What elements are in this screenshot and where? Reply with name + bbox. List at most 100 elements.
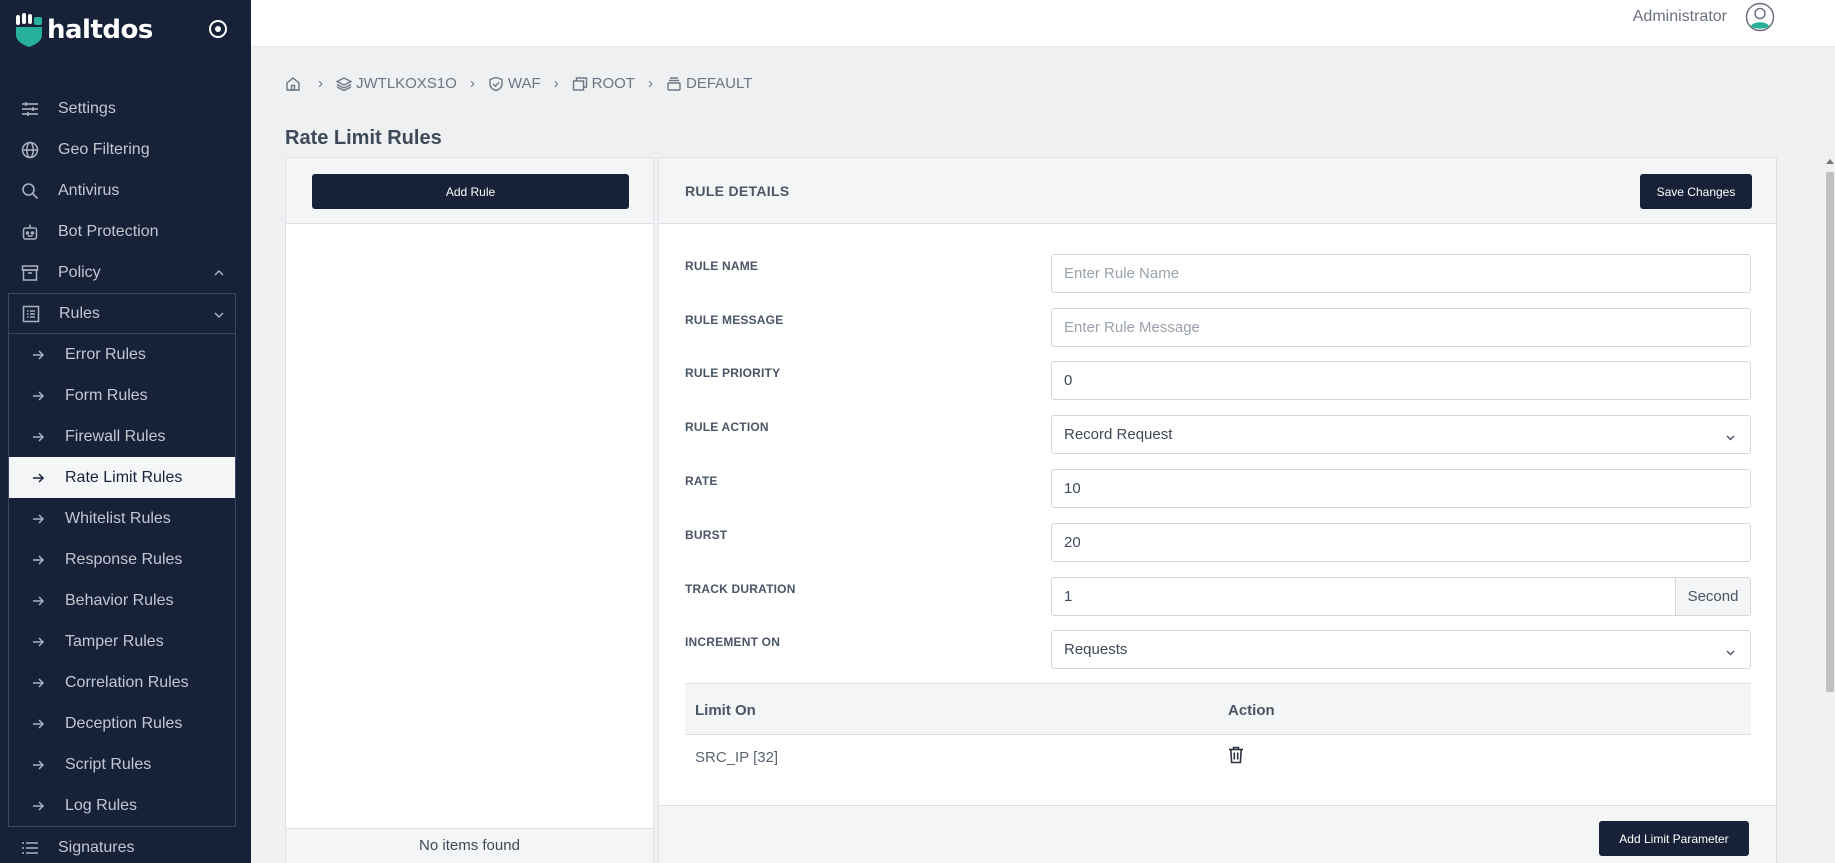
save-changes-button[interactable]: Save Changes bbox=[1640, 174, 1752, 209]
sidebar-item-label: Correlation Rules bbox=[65, 673, 189, 691]
arrow-right-icon bbox=[31, 758, 45, 772]
rule-action-label: RULE ACTION bbox=[685, 420, 769, 434]
add-limit-parameter-button[interactable]: Add Limit Parameter bbox=[1599, 821, 1749, 856]
rule-action-select[interactable]: Record Request bbox=[1051, 415, 1751, 454]
layers-icon bbox=[336, 76, 352, 92]
sidebar-item-tamper-rules[interactable]: Tamper Rules bbox=[9, 621, 235, 662]
rule-details-panel: RULE DETAILS Save Changes RULE NAME Ente… bbox=[658, 157, 1777, 863]
arrow-right-icon bbox=[31, 471, 45, 485]
globe-icon bbox=[20, 140, 40, 160]
track-duration-label: TRACK DURATION bbox=[685, 582, 796, 596]
sidebar-item-signatures[interactable]: Signatures bbox=[0, 827, 251, 863]
sidebar-item-bot-protection[interactable]: Bot Protection bbox=[0, 211, 251, 252]
rule-action-row: RULE ACTION Record Request bbox=[685, 415, 1755, 455]
sidebar-item-label: Script Rules bbox=[65, 755, 152, 773]
stack-icon bbox=[666, 76, 682, 92]
sidebar-item-firewall-rules[interactable]: Firewall Rules bbox=[9, 416, 235, 457]
increment-on-row: INCREMENT ON Requests bbox=[685, 630, 1755, 670]
sidebar-item-geo-filtering[interactable]: Geo Filtering bbox=[0, 129, 251, 170]
sidebar-item-label: Settings bbox=[58, 99, 116, 117]
breadcrumb-waf[interactable]: WAF bbox=[488, 75, 541, 92]
breadcrumb-separator: › bbox=[647, 75, 653, 92]
increment-on-value: Requests bbox=[1064, 641, 1128, 658]
sidebar-item-label: Policy bbox=[58, 263, 101, 281]
sidebar-item-whitelist-rules[interactable]: Whitelist Rules bbox=[9, 498, 235, 539]
rule-message-row: RULE MESSAGE Enter Rule Message bbox=[685, 308, 1755, 348]
sidebar-item-form-rules[interactable]: Form Rules bbox=[9, 375, 235, 416]
sidebar-item-response-rules[interactable]: Response Rules bbox=[9, 539, 235, 580]
column-action: Action bbox=[1228, 702, 1275, 719]
rule-name-input[interactable]: Enter Rule Name bbox=[1051, 254, 1751, 293]
rule-list-empty: No items found bbox=[286, 828, 653, 863]
breadcrumb-root[interactable]: ROOT bbox=[572, 75, 635, 92]
sidebar-item-log-rules[interactable]: Log Rules bbox=[9, 785, 235, 826]
breadcrumb-node[interactable]: JWTLKOXS1O bbox=[336, 75, 457, 92]
increment-on-select[interactable]: Requests bbox=[1051, 630, 1751, 669]
brand-logo[interactable]: haltdos bbox=[15, 12, 153, 48]
breadcrumb-separator: › bbox=[553, 75, 559, 92]
sidebar-item-label: Error Rules bbox=[65, 345, 146, 363]
chevron-down-icon bbox=[1725, 645, 1736, 656]
rule-priority-input[interactable]: 0 bbox=[1051, 361, 1751, 400]
home-icon bbox=[285, 76, 301, 92]
sidebar-item-antivirus[interactable]: Antivirus bbox=[0, 170, 251, 211]
page-scrollbar[interactable] bbox=[1825, 157, 1835, 863]
increment-on-label: INCREMENT ON bbox=[685, 635, 781, 649]
user-avatar-icon[interactable] bbox=[1745, 2, 1775, 32]
breadcrumb-default[interactable]: DEFAULT bbox=[666, 75, 752, 92]
sidebar-item-label: Bot Protection bbox=[58, 222, 159, 240]
rate-row: RATE 10 bbox=[685, 469, 1755, 509]
sidebar-item-script-rules[interactable]: Script Rules bbox=[9, 744, 235, 785]
rule-priority-row: RULE PRIORITY 0 bbox=[685, 361, 1755, 401]
track-duration-row: TRACK DURATION 1 Second bbox=[685, 577, 1755, 617]
sidebar-item-label: Signatures bbox=[58, 838, 135, 856]
rule-details-header: RULE DETAILS Save Changes bbox=[659, 158, 1776, 224]
burst-row: BURST 20 bbox=[685, 523, 1755, 563]
sidebar-item-rules[interactable]: Rules bbox=[9, 294, 235, 334]
trash-icon[interactable] bbox=[1228, 746, 1244, 764]
haltdos-logo-icon bbox=[15, 13, 43, 47]
arrow-right-icon bbox=[31, 635, 45, 649]
scroll-up-icon[interactable] bbox=[1826, 159, 1834, 164]
rule-list-header: Add Rule bbox=[286, 158, 653, 224]
arrow-right-icon bbox=[31, 594, 45, 608]
limit-table-header: Limit On Action bbox=[685, 683, 1751, 735]
arrow-right-icon bbox=[31, 389, 45, 403]
sidebar-item-correlation-rules[interactable]: Correlation Rules bbox=[9, 662, 235, 703]
sidebar-item-label: Firewall Rules bbox=[65, 427, 166, 445]
burst-label: BURST bbox=[685, 528, 728, 542]
breadcrumb-label: ROOT bbox=[591, 75, 635, 92]
arrow-right-icon bbox=[31, 553, 45, 567]
breadcrumb-label: JWTLKOXS1O bbox=[356, 75, 457, 92]
scrollbar-thumb[interactable] bbox=[1826, 172, 1834, 692]
sidebar-item-rate-limit-rules[interactable]: Rate Limit Rules bbox=[9, 457, 235, 498]
sidebar-item-deception-rules[interactable]: Deception Rules bbox=[9, 703, 235, 744]
sidebar-item-label: Antivirus bbox=[58, 181, 120, 199]
sidebar-toggle-icon[interactable] bbox=[208, 19, 228, 39]
breadcrumb-home[interactable] bbox=[285, 76, 305, 92]
robot-icon bbox=[20, 222, 40, 242]
add-rule-button[interactable]: Add Rule bbox=[312, 174, 629, 209]
sliders-icon bbox=[20, 99, 40, 119]
rule-message-input[interactable]: Enter Rule Message bbox=[1051, 308, 1751, 347]
burst-input[interactable]: 20 bbox=[1051, 523, 1751, 562]
sidebar-item-label: Rate Limit Rules bbox=[65, 468, 183, 486]
table-row: SRC_IP [32] bbox=[685, 735, 1751, 779]
column-limit-on: Limit On bbox=[695, 702, 756, 719]
arrow-right-icon bbox=[31, 676, 45, 690]
sidebar-item-error-rules[interactable]: Error Rules bbox=[9, 334, 235, 375]
list-icon bbox=[21, 304, 41, 324]
breadcrumb-separator: › bbox=[318, 75, 323, 92]
sidebar-item-policy[interactable]: Policy bbox=[0, 252, 251, 293]
sidebar-item-settings[interactable]: Settings bbox=[0, 88, 251, 129]
rate-input[interactable]: 10 bbox=[1051, 469, 1751, 508]
list-lines-icon bbox=[20, 838, 40, 858]
archive-icon bbox=[20, 263, 40, 283]
top-bar: Administrator bbox=[251, 0, 1835, 47]
track-duration-input[interactable]: 1 bbox=[1052, 578, 1675, 615]
arrow-right-icon bbox=[31, 430, 45, 444]
chevron-down-icon bbox=[1725, 430, 1736, 441]
user-name[interactable]: Administrator bbox=[1633, 8, 1727, 26]
sidebar-item-behavior-rules[interactable]: Behavior Rules bbox=[9, 580, 235, 621]
track-duration-group: 1 Second bbox=[1051, 577, 1751, 616]
